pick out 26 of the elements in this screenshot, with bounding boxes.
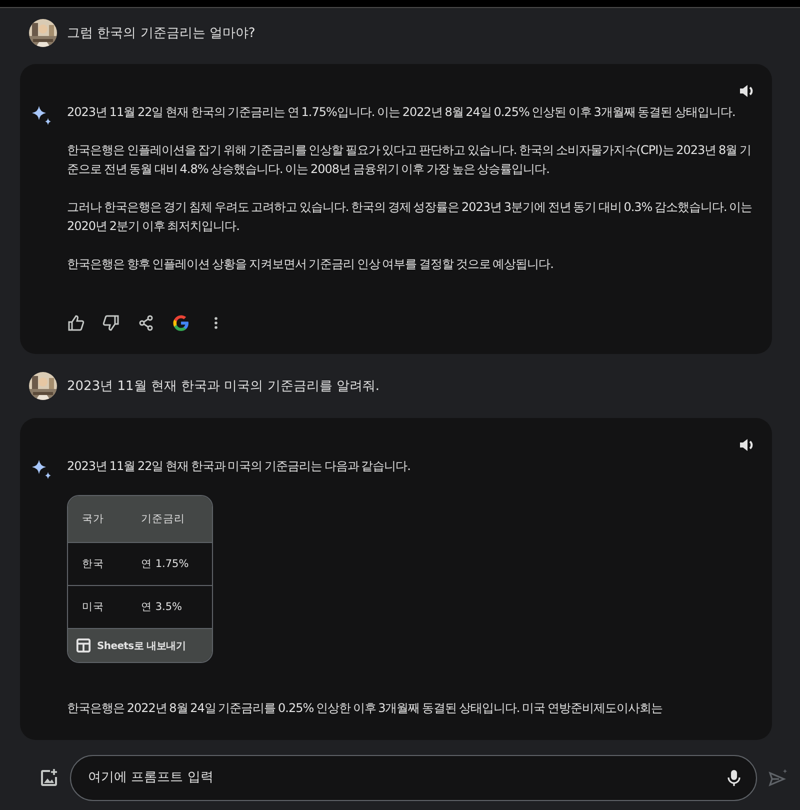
add-image-icon[interactable] xyxy=(39,768,59,788)
table-cell-text: 한국 xyxy=(81,557,105,571)
response-paragraph: 한국은행은 2022년 8월 24일 기준금리를 0.25% 인상한 이후 3개월째 동결된 상태입니다. 미국 연방준비제도이사회는 xyxy=(67,700,664,717)
thumbs-down-icon[interactable] xyxy=(102,314,120,332)
share-icon[interactable] xyxy=(137,314,155,332)
sparkle-icon xyxy=(31,105,53,127)
user-message: 2023년 11월 현재 한국과 미국의 기준금리를 알려줘. xyxy=(67,378,380,395)
table-icon xyxy=(76,638,91,653)
send-icon[interactable] xyxy=(768,768,788,788)
user-message: 그럼 한국의 기준금리는 얼마야? xyxy=(67,25,256,42)
response-paragraph: 한국은행은 향후 인플레이션 상황을 지켜보면서 기준금리 인상 여부를 결정할 것으로 예상됩니다. xyxy=(67,256,554,273)
column-header: 기준금리 xyxy=(140,512,185,526)
response-paragraph: 2023년 11월 22일 현재 한국과 미국의 기준금리는 다음과 같습니다. xyxy=(67,458,412,475)
response-paragraph: 한국은행은 인플레이션을 잡기 위해 기준금리를 인상할 필요가 있다고 판단하고 있습니다. 한국의 소비자물가지수(CPI)는 2023년 8월 기준으로 전년 동월 대비 4.8% 상승했습니다. 이는 2008년 금융위기 이후 가장 높은 상승률입니다. xyxy=(67,142,752,178)
prompt-input-field[interactable]: 여기에 프롬프트 입력 xyxy=(70,754,757,800)
response-paragraph: 그러나 한국은행은 경기 침체 우려도 고려하고 있습니다. 한국의 경제 성장률은 2023년 3분기에 전년 동기 대비 0.3% 감소했습니다. 이는 2020년 2분기 이후 최저치입니다. xyxy=(67,199,754,235)
google-icon[interactable] xyxy=(172,314,190,332)
column-header: 국가 xyxy=(81,512,105,526)
response-paragraph: 2023년 11월 22일 현재 한국의 기준금리는 연 1.75%입니다. 이는 2022년 8월 24일 0.25% 인상된 이후 3개월째 동결된 상태입니다. xyxy=(67,104,736,121)
export-button[interactable]: Sheets로 내보내기 xyxy=(68,629,212,662)
thumbs-up-icon[interactable] xyxy=(67,314,85,332)
table-cell-text: 연 3.5% xyxy=(140,600,182,614)
sparkle-icon xyxy=(31,459,53,481)
table-cell-text: 연 1.75% xyxy=(140,557,189,571)
microphone-icon[interactable] xyxy=(725,768,743,786)
table-cell-text: 미국 xyxy=(81,600,105,614)
